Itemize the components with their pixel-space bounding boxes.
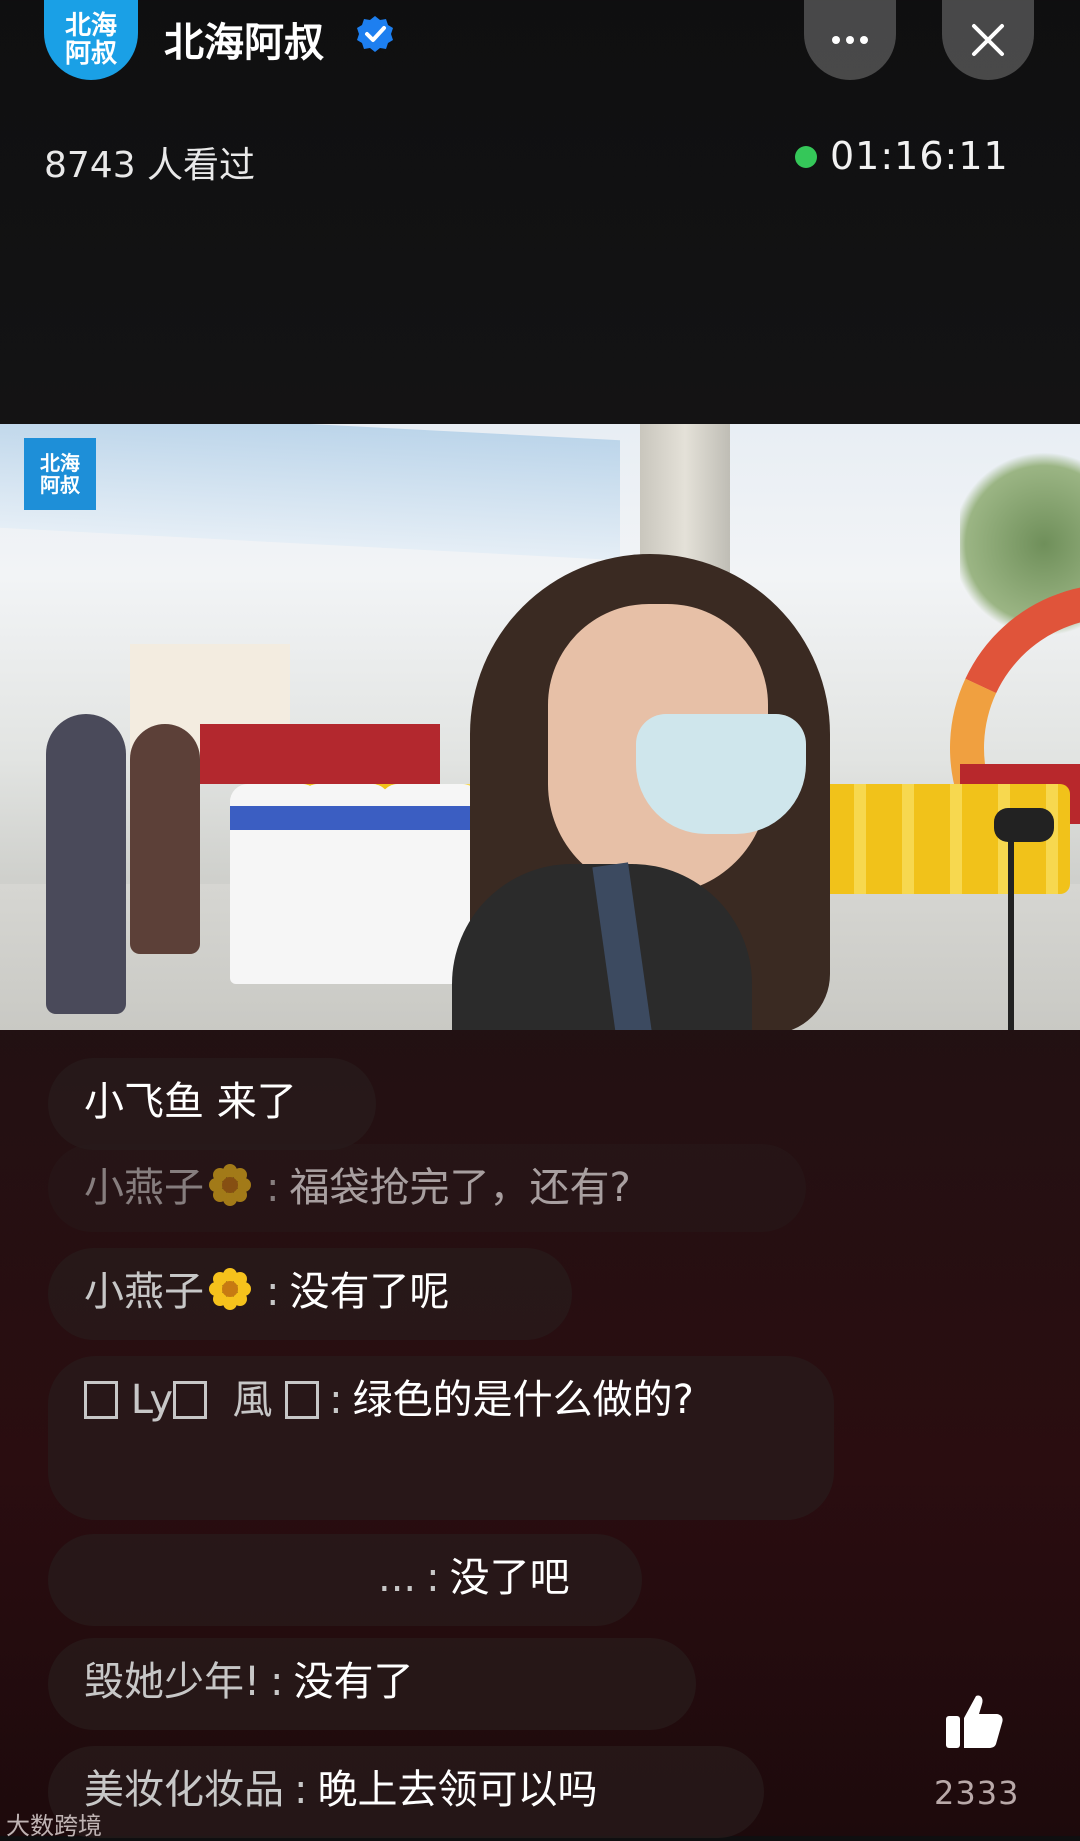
comment-user-part[interactable]: 風: [232, 1377, 272, 1423]
channel-avatar[interactable]: 北海 阿叔: [44, 0, 138, 80]
comment-item: ...: 没了吧: [48, 1534, 642, 1626]
video-logo: 北海 阿叔: [24, 438, 96, 510]
comment-separator: :: [294, 1767, 308, 1813]
video-person: [46, 714, 126, 1014]
tripod-head: [994, 808, 1054, 842]
like-count: 2333: [934, 1774, 1020, 1812]
comment-item: 小飞鱼 来了: [48, 1058, 376, 1150]
comment-separator: :: [266, 1269, 280, 1315]
emoji-placeholder-icon: [173, 1381, 208, 1419]
emoji-placeholder-icon: [84, 1381, 118, 1419]
comment-message: 没有了呢: [289, 1269, 450, 1315]
video-person: [130, 724, 200, 954]
emoji-placeholder-icon: [285, 1381, 320, 1419]
comment-item: 美妆化妆品: 晚上去领可以吗: [48, 1746, 764, 1838]
comment-item: Ly 風 : 绿色的是什么做的?: [48, 1356, 834, 1520]
comment-user[interactable]: 小燕子: [84, 1269, 204, 1315]
live-video[interactable]: 北海 阿叔: [0, 424, 1080, 1030]
comment-message: 福袋抢完了，还有?: [289, 1165, 631, 1211]
tripod: [1008, 814, 1014, 1030]
video-stage: [200, 724, 440, 784]
comment-message: 绿色的是什么做的?: [352, 1377, 694, 1423]
flower-icon: [209, 1268, 251, 1310]
video-subject-mask: [636, 714, 806, 834]
comment-separator: :: [329, 1377, 343, 1423]
white-chair: [300, 784, 390, 984]
comment-item: 小燕子: 福袋抢完了，还有?: [48, 1144, 806, 1232]
comment-item: 毁她少年!: 没有了: [48, 1638, 696, 1730]
comment-separator: :: [270, 1659, 284, 1705]
channel-name[interactable]: 北海阿叔: [164, 10, 324, 68]
verified-badge-icon: [357, 16, 393, 52]
more-button[interactable]: [804, 0, 896, 80]
comment-separator: :: [266, 1165, 280, 1211]
comment-message: 没了吧: [449, 1555, 570, 1601]
close-icon: [972, 24, 1004, 56]
comment-message: 晚上去领可以吗: [317, 1767, 598, 1813]
more-dots-icon: [832, 36, 868, 44]
live-status-dot: [795, 146, 817, 168]
comment-user[interactable]: 毁她少年!: [84, 1659, 260, 1705]
comment-message: 没有了: [293, 1659, 414, 1705]
comment-user-part[interactable]: Ly: [131, 1377, 173, 1423]
comment-user[interactable]: 小燕子: [84, 1165, 204, 1211]
comment-separator: :: [426, 1555, 440, 1601]
flower-icon: [209, 1164, 251, 1206]
comment-user[interactable]: ...: [378, 1555, 416, 1601]
comment-text: 小飞鱼 来了: [84, 1079, 297, 1125]
close-button[interactable]: [942, 0, 1034, 80]
comment-item: 小燕子: 没有了呢: [48, 1248, 572, 1340]
avatar-text: 北海 阿叔: [64, 11, 117, 69]
comment-user[interactable]: 美妆化妆品: [84, 1767, 284, 1813]
live-timer: 01:16:11: [830, 134, 1009, 178]
viewer-count: 8743 人看过: [44, 145, 256, 186]
thumbs-up-icon[interactable]: [942, 1690, 1006, 1754]
